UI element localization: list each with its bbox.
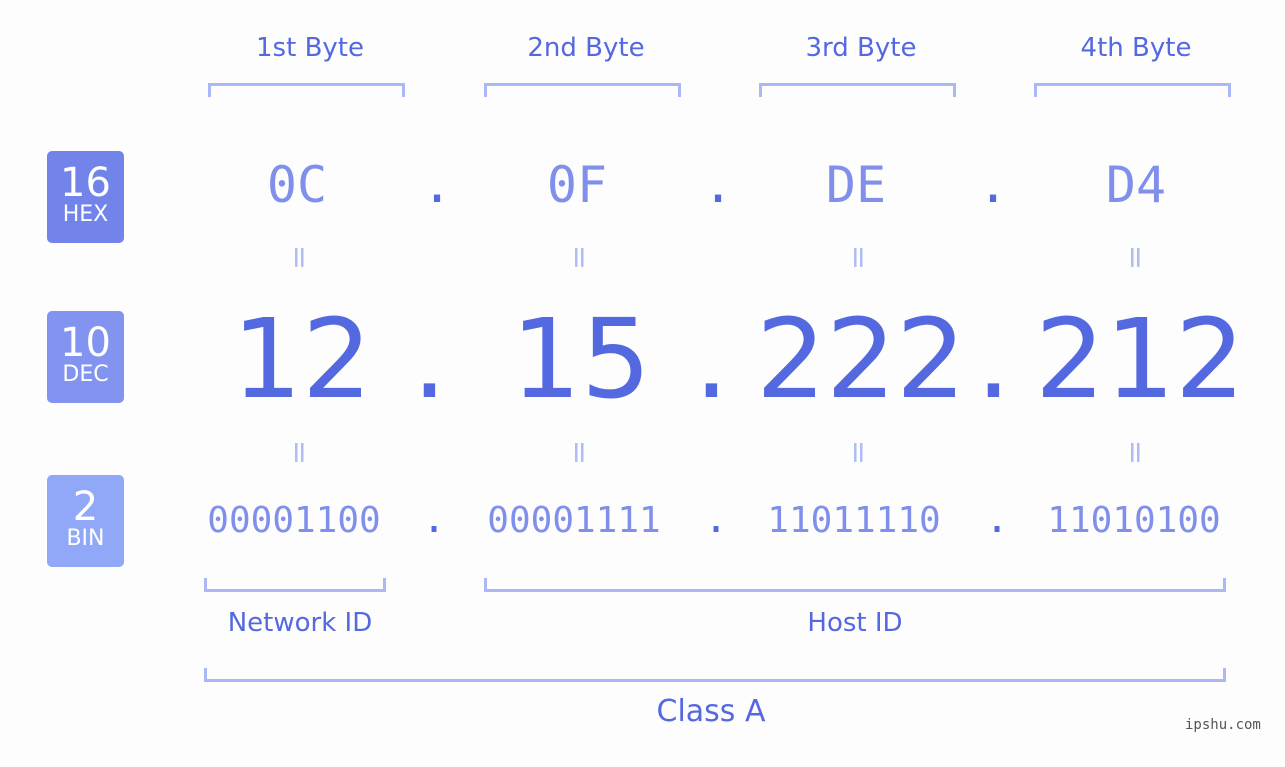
equals-sign: = <box>282 244 318 271</box>
host-id-label: Host ID <box>807 608 903 638</box>
hex-byte-1: 0C <box>266 156 328 214</box>
byte-bracket-3 <box>759 83 956 97</box>
byte-bracket-1 <box>208 83 405 97</box>
bin-badge-base: 2 <box>72 484 99 530</box>
byte-bracket-2 <box>484 83 681 97</box>
hex-byte-2: 0F <box>546 156 608 214</box>
dec-byte-1: 12 <box>232 295 372 423</box>
equals-sign: = <box>1118 439 1154 466</box>
equals-sign: = <box>841 244 877 271</box>
hex-separator-2: . <box>703 156 734 214</box>
byte-label-2: 2nd Byte <box>527 33 645 63</box>
equals-sign: = <box>841 439 877 466</box>
dec-byte-2: 15 <box>511 295 651 423</box>
bin-byte-4: 11010100 <box>1047 500 1221 541</box>
byte-bracket-4 <box>1034 83 1231 97</box>
equals-sign: = <box>282 439 318 466</box>
dec-byte-3: 222 <box>756 295 966 423</box>
dec-byte-4: 212 <box>1035 295 1245 423</box>
equals-sign: = <box>562 439 598 466</box>
dec-separator-3: . <box>976 295 1011 423</box>
bin-badge-label: BIN <box>66 526 105 551</box>
hex-badge: 16 HEX <box>47 151 124 243</box>
bin-byte-3: 11011110 <box>767 500 941 541</box>
hex-badge-base: 16 <box>60 160 111 206</box>
dec-badge-label: DEC <box>62 362 109 387</box>
bin-byte-2: 00001111 <box>487 500 661 541</box>
bin-badge: 2 BIN <box>47 475 124 567</box>
byte-label-3: 3rd Byte <box>805 33 917 63</box>
equals-sign: = <box>562 244 598 271</box>
class-bracket <box>204 668 1226 682</box>
dec-separator-1: . <box>412 295 447 423</box>
byte-label-1: 1st Byte <box>256 33 364 63</box>
hex-separator-1: . <box>422 156 453 214</box>
hex-byte-3: DE <box>825 156 887 214</box>
network-id-bracket <box>204 578 386 592</box>
dec-badge: 10 DEC <box>47 311 124 403</box>
network-id-label: Network ID <box>227 608 373 638</box>
host-id-bracket <box>484 578 1226 592</box>
bin-byte-1: 00001100 <box>207 500 381 541</box>
byte-label-4: 4th Byte <box>1080 33 1192 63</box>
hex-separator-3: . <box>978 156 1009 214</box>
brand-watermark: ipshu.com <box>1185 717 1261 733</box>
equals-sign: = <box>1118 244 1154 271</box>
dec-badge-base: 10 <box>60 320 111 366</box>
hex-byte-4: D4 <box>1105 156 1167 214</box>
class-label: Class A <box>656 694 766 729</box>
bin-separator-1: . <box>422 496 447 542</box>
hex-badge-label: HEX <box>62 202 109 227</box>
dec-separator-2: . <box>694 295 729 423</box>
